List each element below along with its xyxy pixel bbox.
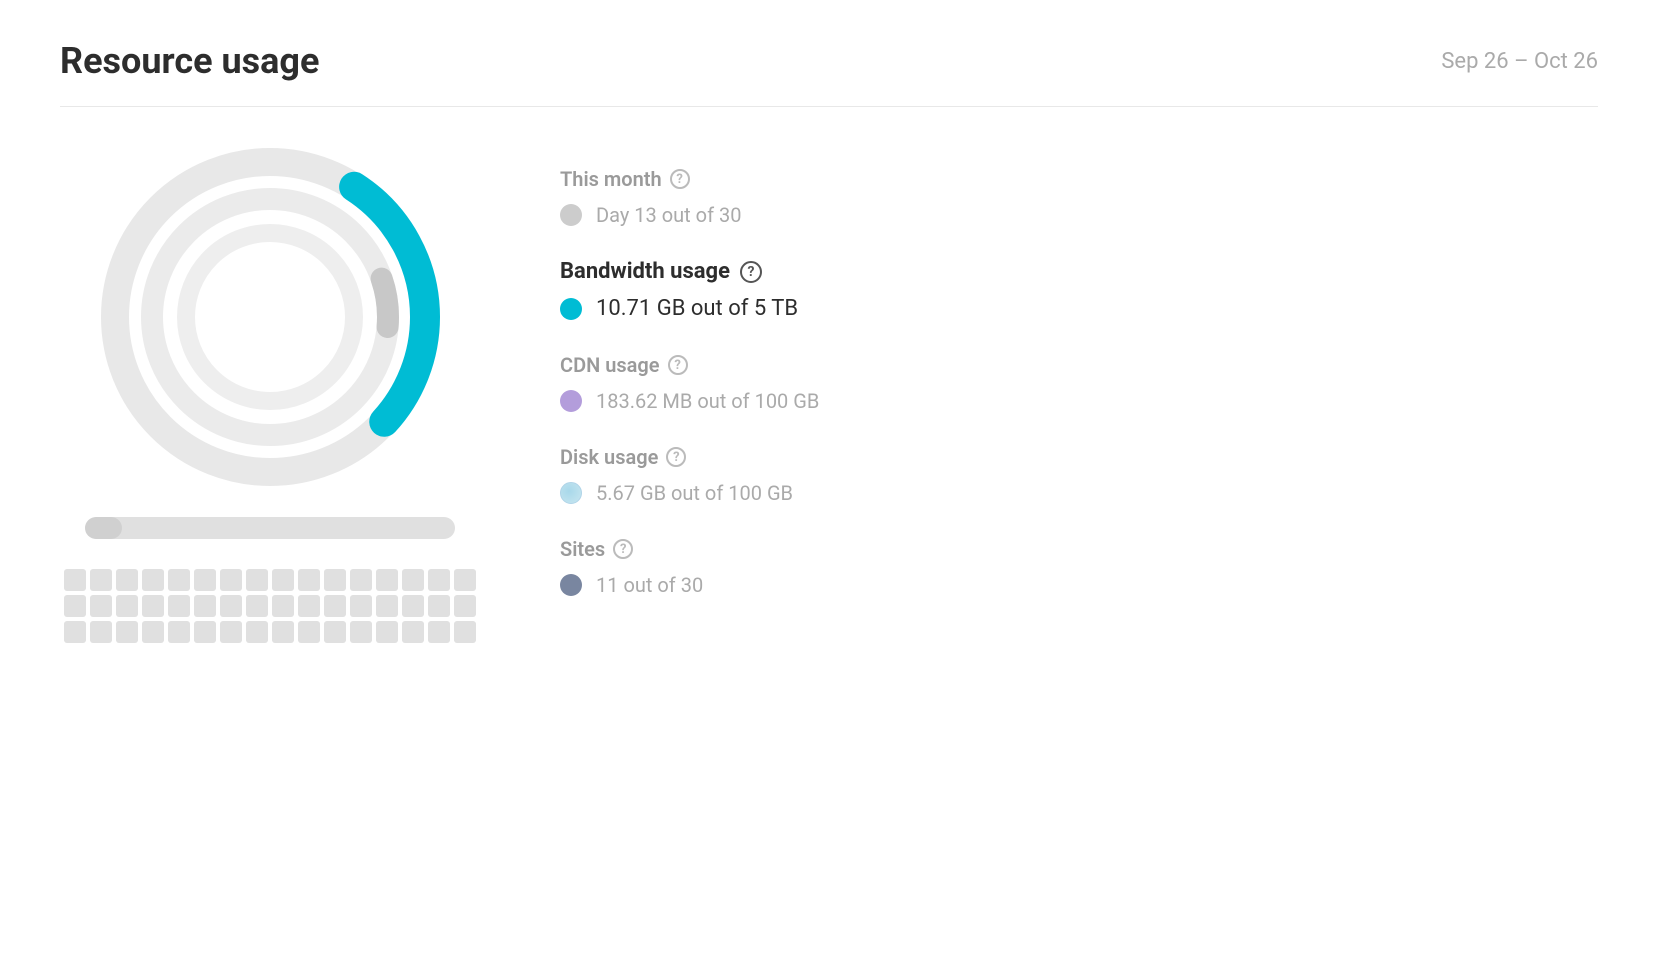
cdn-value-row: 183.62 MB out of 100 GB: [560, 389, 1598, 413]
sites-help-icon[interactable]: ?: [613, 539, 633, 559]
grid-cell: [454, 569, 476, 591]
this-month-group: This month ? Day 13 out of 30: [560, 167, 1598, 227]
sites-group: Sites ? 11 out of 30: [560, 537, 1598, 597]
this-month-label: This month ?: [560, 167, 1598, 191]
this-month-dot: [560, 204, 582, 226]
chart-section: [60, 147, 480, 643]
grid-cell: [272, 621, 294, 643]
grid-cell: [350, 595, 372, 617]
bandwidth-dot: [560, 298, 582, 320]
grid-cell: [454, 595, 476, 617]
grid-cell: [142, 595, 164, 617]
grid-cell: [298, 595, 320, 617]
grid-cell: [246, 595, 268, 617]
cdn-group: CDN usage ? 183.62 MB out of 100 GB: [560, 353, 1598, 413]
grid-cell: [168, 569, 190, 591]
grid-cell: [64, 569, 86, 591]
grid-cell: [324, 621, 346, 643]
grid-cell: [402, 595, 424, 617]
grid-cell: [220, 569, 242, 591]
progress-bar-fill: [85, 517, 122, 539]
cdn-help-icon[interactable]: ?: [668, 355, 688, 375]
sites-label: Sites ?: [560, 537, 1598, 561]
bandwidth-help-icon[interactable]: ?: [740, 261, 762, 283]
date-range: Sep 26 – Oct 26: [1441, 49, 1598, 74]
bandwidth-label: Bandwidth usage ?: [560, 259, 1598, 284]
disk-value-row: 5.67 GB out of 100 GB: [560, 481, 1598, 505]
grid-cell: [90, 621, 112, 643]
page-container: Resource usage Sep 26 – Oct 26: [0, 0, 1658, 683]
grid-cell: [116, 569, 138, 591]
grid-cell: [90, 595, 112, 617]
grid-cell: [376, 621, 398, 643]
grid-cell: [116, 621, 138, 643]
this-month-value-row: Day 13 out of 30: [560, 203, 1598, 227]
grid-cell: [428, 621, 450, 643]
grid-cell: [194, 595, 216, 617]
grid-cell: [350, 569, 372, 591]
grid-cell: [142, 569, 164, 591]
cdn-label: CDN usage ?: [560, 353, 1598, 377]
grid-cell: [194, 621, 216, 643]
grid-cell: [376, 569, 398, 591]
bandwidth-group: Bandwidth usage ? 10.71 GB out of 5 TB: [560, 259, 1598, 321]
grid-cell: [402, 569, 424, 591]
this-month-help-icon[interactable]: ?: [670, 169, 690, 189]
stats-section: This month ? Day 13 out of 30 Bandwidth …: [560, 147, 1598, 629]
disk-help-icon[interactable]: ?: [666, 447, 686, 467]
grid-cell: [428, 569, 450, 591]
grid-cell: [350, 621, 372, 643]
grid-cell: [298, 569, 320, 591]
sites-value-row: 11 out of 30: [560, 573, 1598, 597]
cdn-dot: [560, 390, 582, 412]
content-area: This month ? Day 13 out of 30 Bandwidth …: [60, 147, 1598, 643]
grid-cell: [402, 621, 424, 643]
grid-cell: [168, 621, 190, 643]
disk-dot: [560, 482, 582, 504]
grid-cell: [168, 595, 190, 617]
grid-section: [64, 569, 476, 643]
page-title: Resource usage: [60, 40, 319, 82]
grid-cell: [246, 621, 268, 643]
grid-cell: [220, 621, 242, 643]
disk-group: Disk usage ? 5.67 GB out of 100 GB: [560, 445, 1598, 505]
grid-cell: [220, 595, 242, 617]
disk-label: Disk usage ?: [560, 445, 1598, 469]
grid-cell: [454, 621, 476, 643]
grid-cell: [64, 621, 86, 643]
donut-chart: [100, 147, 440, 487]
grid-cell: [324, 569, 346, 591]
grid-cell: [272, 569, 294, 591]
grid-cell: [194, 569, 216, 591]
grid-cell: [90, 569, 112, 591]
grid-cell: [376, 595, 398, 617]
grid-cell: [64, 595, 86, 617]
grid-cell: [116, 595, 138, 617]
grid-cell: [324, 595, 346, 617]
sites-dot: [560, 574, 582, 596]
grid-cell: [428, 595, 450, 617]
bandwidth-value-row: 10.71 GB out of 5 TB: [560, 296, 1598, 321]
header: Resource usage Sep 26 – Oct 26: [60, 40, 1598, 107]
progress-bar-container: [85, 517, 455, 539]
grid-cell: [298, 621, 320, 643]
grid-cell: [246, 569, 268, 591]
grid-cell: [272, 595, 294, 617]
grid-cell: [142, 621, 164, 643]
